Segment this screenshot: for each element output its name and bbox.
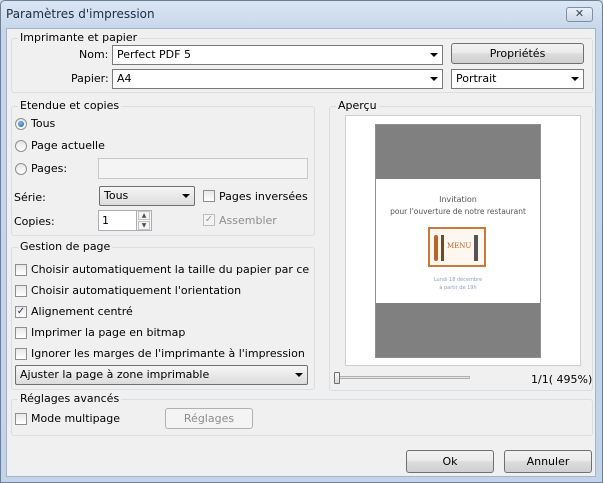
ignore-margins-label: Ignorer les marges de l'imprimante à l'i…: [31, 347, 305, 360]
printer-name-select[interactable]: Perfect PDF 5: [112, 45, 443, 65]
preview-page: Invitation pour l'ouverture de notre res…: [375, 124, 541, 358]
properties-button[interactable]: Propriétés: [451, 43, 584, 64]
copies-label: Copies:: [14, 215, 55, 228]
preview-footer-date: Lundi 18 décembre: [433, 277, 483, 283]
all-pages-radio[interactable]: [15, 118, 27, 130]
spoon-icon: [434, 235, 438, 261]
preview-footer-time: à partir de 19h: [439, 285, 477, 291]
auto-orientation-checkbox[interactable]: [15, 285, 27, 297]
chevron-down-icon: [430, 77, 438, 81]
pages-label: Pages:: [31, 162, 68, 175]
chevron-down-icon: [571, 77, 579, 81]
series-select[interactable]: Tous: [99, 186, 195, 206]
all-pages-label: Tous: [31, 117, 56, 130]
chevron-down-icon: [295, 373, 303, 377]
ok-button[interactable]: Ok: [406, 450, 494, 473]
chevron-down-icon: [182, 194, 190, 198]
reverse-pages-label: Pages inversées: [219, 190, 308, 203]
pages-radio[interactable]: [15, 163, 27, 175]
preview-legend: Aperçu: [336, 99, 379, 113]
collate-checkbox[interactable]: ✓: [203, 214, 215, 226]
fork-icon: [441, 235, 444, 261]
auto-paper-label: Choisir automatiquement la taille du pap…: [31, 263, 309, 276]
preview-menu-word: MENU: [447, 242, 472, 250]
current-page-radio[interactable]: [15, 140, 27, 152]
multipage-label: Mode multipage: [31, 412, 121, 425]
page-indicator: 1/1( 495%): [531, 373, 593, 386]
chevron-down-icon: [430, 53, 438, 57]
window-title: Paramètres d'impression: [6, 7, 155, 21]
orientation-value: Portrait: [456, 72, 497, 85]
cancel-button[interactable]: Annuler: [504, 450, 592, 473]
close-button[interactable]: ✕: [566, 7, 593, 22]
paper-value: A4: [117, 72, 132, 85]
fit-page-value: Ajuster la page à zone imprimable: [20, 368, 210, 381]
range-copies-legend: Etendue et copies: [18, 99, 122, 113]
copies-spinner[interactable]: ▲ ▼: [137, 210, 152, 231]
auto-paper-checkbox[interactable]: [15, 264, 27, 276]
multipage-checkbox[interactable]: [15, 413, 27, 425]
preview-top-band: [376, 125, 540, 179]
pages-input[interactable]: [98, 158, 308, 179]
spin-up-icon[interactable]: ▲: [138, 211, 150, 220]
printer-name-label: Nom:: [79, 48, 109, 61]
orientation-select[interactable]: Portrait: [451, 69, 584, 89]
bitmap-label: Imprimer la page en bitmap: [31, 326, 186, 339]
fit-page-select[interactable]: Ajuster la page à zone imprimable: [15, 365, 308, 385]
printer-name-value: Perfect PDF 5: [117, 48, 191, 61]
series-label: Série:: [14, 191, 46, 204]
preview-doc-subtitle: pour l'ouverture de notre restaurant: [390, 207, 526, 216]
settings-button[interactable]: Réglages: [165, 408, 253, 429]
page-management-legend: Gestion de page: [18, 240, 113, 254]
preview-menu-image: MENU: [428, 227, 486, 267]
paper-label: Papier:: [71, 72, 109, 85]
spin-down-icon[interactable]: ▼: [138, 221, 150, 230]
center-alignment-label: Alignement centré: [31, 305, 133, 318]
series-value: Tous: [104, 189, 129, 202]
collate-label: Assembler: [219, 214, 277, 227]
close-icon: ✕: [574, 7, 585, 20]
preview-bottom-band: [376, 303, 540, 357]
printer-paper-legend: Imprimante et papier: [18, 31, 140, 45]
bitmap-checkbox[interactable]: [15, 327, 27, 339]
center-alignment-checkbox[interactable]: ✓: [15, 306, 27, 318]
paper-select[interactable]: A4: [112, 69, 443, 89]
current-page-label: Page actuelle: [31, 139, 105, 152]
auto-orientation-label: Choisir automatiquement l'orientation: [31, 284, 242, 297]
advanced-settings-legend: Réglages avancés: [18, 392, 122, 406]
reverse-pages-checkbox[interactable]: [203, 190, 215, 202]
copies-input[interactable]: 1: [98, 210, 137, 231]
zoom-slider-track[interactable]: [336, 376, 470, 379]
knife-icon: [474, 235, 478, 261]
preview-doc-title: Invitation: [439, 195, 477, 204]
zoom-slider-thumb[interactable]: [334, 372, 340, 384]
ignore-margins-checkbox[interactable]: [15, 348, 27, 360]
